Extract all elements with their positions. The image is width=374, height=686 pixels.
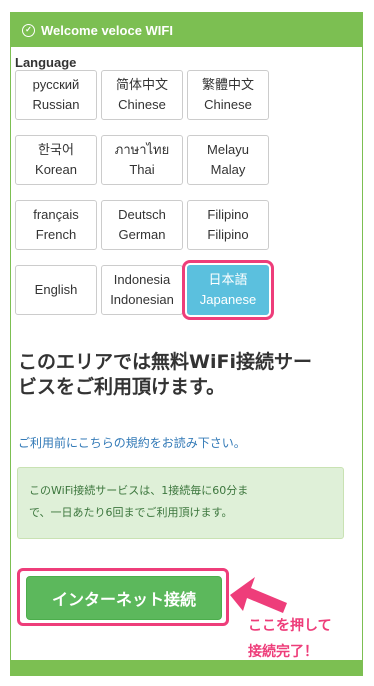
lang-button-korean[interactable]: 한국어 Korean — [15, 135, 97, 185]
lang-english-label: French — [35, 227, 77, 242]
service-headline: このエリアでは無料WiFi接続サー ビスをご利用頂けます。 — [18, 350, 348, 400]
lang-english-label: Japanese — [199, 292, 257, 307]
lang-button-malay[interactable]: Melayu Malay — [187, 135, 269, 185]
lang-native-label: ภาษาไทย — [114, 142, 170, 157]
language-heading: Language — [15, 55, 77, 70]
connect-internet-button[interactable]: インターネット接続 — [26, 576, 222, 620]
lang-native-label: English — [34, 282, 78, 297]
header-title: Welcome veloce WIFI — [41, 22, 173, 38]
lang-native-label: français — [33, 207, 79, 222]
lang-button-russian[interactable]: русский Russian — [15, 70, 97, 120]
lang-english-label: Filipino — [207, 227, 249, 242]
lang-native-label: 简体中文 — [115, 77, 168, 92]
header-bar: ✓ Welcome veloce WIFI — [11, 13, 362, 47]
arrow-shape — [230, 577, 287, 613]
terms-link[interactable]: ご利用前にこちらの規約をお読み下さい。 — [18, 434, 246, 451]
lang-english-label: Chinese — [204, 97, 252, 112]
lang-english-label: German — [118, 227, 166, 242]
lang-native-label: русский — [32, 77, 80, 92]
lang-native-label: 한국어 — [38, 142, 74, 157]
annotation-line: ここを押して — [248, 618, 332, 634]
lang-button-traditional-chinese[interactable]: 繁體中文 Chinese — [187, 70, 269, 120]
lang-native-label: 日本語 — [208, 272, 248, 287]
lang-button-simplified-chinese[interactable]: 简体中文 Chinese — [101, 70, 183, 120]
lang-native-label: Deutsch — [118, 207, 166, 222]
lang-button-japanese[interactable]: 日本語 Japanese — [182, 260, 274, 320]
lang-native-label: 繁體中文 — [201, 77, 254, 92]
lang-button-thai[interactable]: ภาษาไทย Thai — [101, 135, 183, 185]
notice-line: このWiFi接続サービスは、1接続毎に60分ま — [29, 484, 249, 497]
lang-english-label: Russian — [32, 97, 80, 112]
notice-line: で、一日あたり6回までご利用頂けます。 — [29, 506, 233, 519]
lang-button-english[interactable]: English — [15, 265, 97, 315]
lang-native-label: Indonesia — [113, 272, 171, 287]
annotation-line: 接続完了！ — [248, 644, 318, 660]
lang-native-label: Filipino — [207, 207, 249, 222]
lang-english-label: Indonesian — [110, 292, 174, 307]
headline-line: ビスをご利用頂けます。 — [18, 376, 226, 398]
lang-english-label: Korean — [35, 162, 77, 177]
lang-button-filipino[interactable]: Filipino Filipino — [187, 200, 269, 250]
lang-button-indonesian[interactable]: Indonesia Indonesian — [101, 265, 183, 315]
lang-native-label: Melayu — [207, 142, 249, 157]
annotation-note: ここを押して 接続完了！ — [248, 613, 368, 665]
check-circle-icon: ✓ — [22, 23, 35, 37]
language-grid: русский Russian 简体中文 Chinese 繁體中文 Chines… — [15, 70, 280, 330]
lang-button-french[interactable]: français French — [15, 200, 97, 250]
lang-english-label: Chinese — [118, 97, 166, 112]
lang-english-label: Malay — [210, 162, 246, 177]
lang-button-german[interactable]: Deutsch German — [101, 200, 183, 250]
lang-english-label: Thai — [129, 162, 155, 177]
headline-line: このエリアでは無料WiFi接続サー — [18, 351, 312, 373]
usage-notice: このWiFi接続サービスは、1接続毎に60分ま で、一日あたり6回までご利用頂け… — [17, 467, 344, 539]
